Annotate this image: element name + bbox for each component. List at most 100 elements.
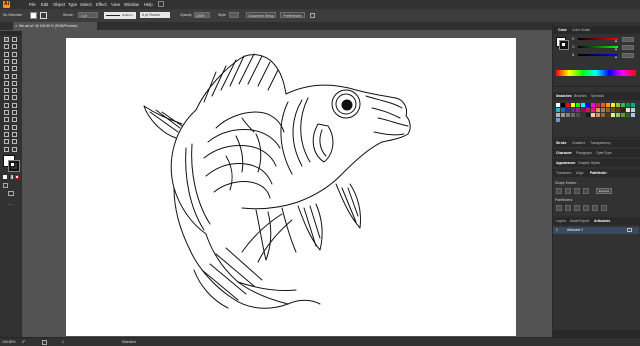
color-spectrum[interactable]: [556, 70, 636, 76]
variable-width-profile[interactable]: Uniform: [104, 12, 136, 19]
menu-effect[interactable]: Effect: [96, 2, 107, 7]
tab-transparency[interactable]: Transparency: [590, 139, 611, 147]
tab-layers[interactable]: Layers: [556, 217, 566, 225]
none-mode-icon[interactable]: [15, 175, 19, 179]
color-swatch[interactable]: [576, 113, 580, 117]
selection-tool-icon[interactable]: [4, 37, 9, 42]
perspective-grid-tool-icon[interactable]: [4, 110, 9, 115]
menu-select[interactable]: Select: [80, 2, 92, 7]
artboard-options-icon[interactable]: [627, 228, 632, 232]
hand-tool-icon[interactable]: [12, 139, 17, 145]
tab-graphic-styles[interactable]: Graphic Styles: [578, 159, 600, 167]
direct-selection-tool-icon[interactable]: [12, 37, 17, 42]
opacity-field[interactable]: 100%: [194, 12, 210, 18]
color-swatch[interactable]: [581, 108, 585, 112]
trim-icon[interactable]: [565, 205, 571, 211]
tab-pathfinder[interactable]: Pathfinder: [590, 169, 607, 177]
intersect-icon[interactable]: [574, 188, 580, 194]
color-swatch[interactable]: [611, 103, 615, 107]
channel-slider-g[interactable]: [578, 46, 618, 48]
tab-opentype[interactable]: OpenType: [596, 149, 612, 157]
warp-tool-icon[interactable]: [12, 95, 17, 101]
color-swatch[interactable]: [581, 113, 585, 117]
arrange-documents-icon[interactable]: [158, 1, 164, 7]
channel-slider-thumb[interactable]: [614, 48, 617, 50]
color-swatch[interactable]: [601, 108, 605, 112]
color-swatch[interactable]: [626, 113, 630, 117]
color-swatch[interactable]: [586, 113, 590, 117]
color-swatch[interactable]: [556, 103, 560, 107]
tab-character[interactable]: Character: [556, 149, 572, 157]
tab-gradient[interactable]: Gradient: [572, 139, 585, 147]
print-tiling-tool-icon[interactable]: [12, 146, 17, 152]
menu-help[interactable]: Help: [144, 2, 153, 7]
tab-swatches[interactable]: Swatches: [556, 92, 572, 100]
shaper-tool-icon[interactable]: [4, 73, 9, 79]
tab-transform[interactable]: Transform: [556, 169, 571, 177]
color-mode-icon[interactable]: [3, 175, 7, 179]
color-swatch[interactable]: [621, 108, 625, 112]
color-swatch[interactable]: [556, 118, 560, 122]
exclude-icon[interactable]: [583, 188, 589, 194]
scissors-tool-icon[interactable]: [12, 80, 17, 86]
stroke-swatch-large[interactable]: [8, 160, 20, 172]
column-graph-tool-icon[interactable]: [4, 131, 9, 137]
artboard-name[interactable]: Artboard 1: [567, 228, 583, 232]
symbol-sprayer-tool-icon[interactable]: [12, 124, 17, 130]
color-swatch[interactable]: [611, 108, 615, 112]
menu-edit[interactable]: Edit: [41, 2, 48, 7]
stroke-weight-field[interactable]: 1 pt: [78, 12, 98, 18]
shape-builder-tool-icon[interactable]: [12, 102, 17, 108]
tab-stroke[interactable]: Stroke: [556, 139, 567, 147]
color-swatch[interactable]: [556, 113, 560, 117]
document-setup-button[interactable]: Document Setup: [246, 12, 276, 18]
artboard[interactable]: [66, 38, 516, 336]
unite-icon[interactable]: [556, 188, 562, 194]
graphic-style-picker[interactable]: [229, 12, 239, 18]
color-swatch[interactable]: [576, 103, 580, 107]
type-tool-icon[interactable]: [4, 58, 9, 64]
color-panel-stroke[interactable]: [559, 40, 569, 50]
merge-icon[interactable]: [574, 205, 580, 211]
pen-tool-icon[interactable]: [4, 51, 9, 57]
color-swatch[interactable]: [626, 103, 630, 107]
close-tab-icon[interactable]: ×: [15, 22, 17, 30]
brush-definition-dropdown[interactable]: 5 pt. Round: [140, 12, 170, 18]
first-artboard-icon[interactable]: [42, 340, 47, 345]
preferences-button[interactable]: Preferences: [280, 12, 305, 18]
divide-icon[interactable]: [556, 205, 562, 211]
rotation-value[interactable]: 0°: [22, 340, 25, 344]
artboard-tool-icon[interactable]: [12, 131, 17, 137]
color-swatch[interactable]: [566, 113, 570, 117]
color-swatch[interactable]: [561, 103, 565, 107]
channel-slider-thumb[interactable]: [614, 40, 617, 42]
pencil-tool-icon[interactable]: [12, 73, 17, 79]
tab-align[interactable]: Align: [576, 169, 584, 177]
color-swatch[interactable]: [571, 103, 575, 107]
document-tab[interactable]: × fish-art.ai* @ 106.55 % (RGB/Preview): [13, 22, 97, 30]
tab-appearance[interactable]: Appearance: [556, 159, 575, 167]
align-options-icon[interactable]: [310, 13, 315, 18]
width-tool-icon[interactable]: [4, 95, 9, 101]
scale-tool-icon[interactable]: [12, 88, 17, 94]
tab-color-guide[interactable]: Color Guide: [572, 26, 590, 34]
color-swatch[interactable]: [571, 108, 575, 112]
color-swatch[interactable]: [631, 108, 635, 112]
free-transform-tool-icon[interactable]: [4, 102, 9, 108]
tab-brushes[interactable]: Brushes: [574, 92, 586, 100]
artboard-list-item[interactable]: 1 Artboard 1: [553, 227, 639, 234]
channel-value-field-b[interactable]: [622, 53, 634, 58]
color-swatch[interactable]: [591, 108, 595, 112]
channel-value-field-g[interactable]: [622, 45, 634, 50]
menu-window[interactable]: Window: [124, 2, 139, 7]
color-swatch[interactable]: [621, 103, 625, 107]
gradient-mode-icon[interactable]: [9, 175, 13, 179]
color-swatch[interactable]: [606, 103, 610, 107]
color-swatch[interactable]: [596, 103, 600, 107]
tab-asset-export[interactable]: Asset Export: [570, 217, 589, 225]
eraser-tool-icon[interactable]: [4, 80, 9, 86]
color-swatch[interactable]: [611, 113, 615, 117]
rectangle-tool-icon[interactable]: [4, 66, 9, 72]
minus-back-icon[interactable]: [601, 205, 607, 211]
tab-paragraph[interactable]: Paragraph: [576, 149, 592, 157]
